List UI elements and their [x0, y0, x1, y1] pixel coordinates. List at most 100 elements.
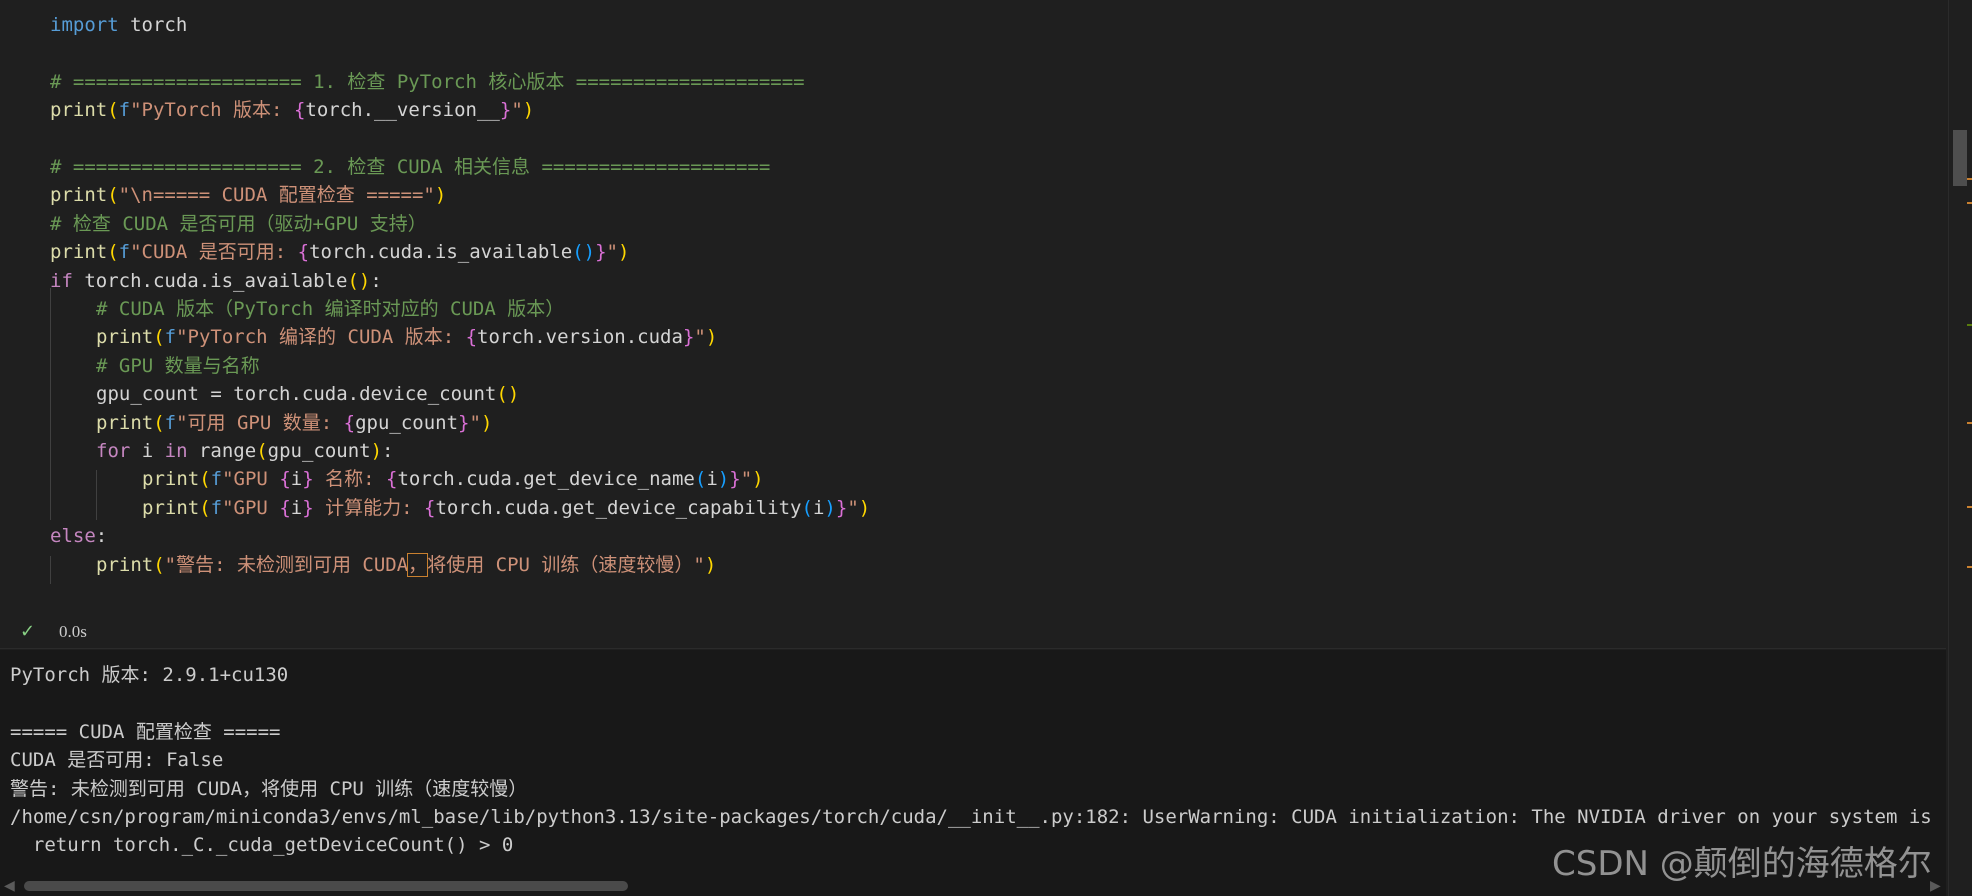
vertical-scroll-thumb[interactable]: [1953, 130, 1967, 186]
code-token: gpu_count: [267, 440, 371, 462]
code-token: }: [458, 411, 470, 434]
vertical-scrollbar[interactable]: [1948, 0, 1972, 896]
code-token: i: [290, 496, 303, 519]
code-line[interactable]: print(f"PyTorch 编译的 CUDA 版本: {torch.vers…: [96, 323, 717, 351]
code-line[interactable]: if torch.cuda.is_available():: [50, 267, 382, 295]
code-token: ): [717, 468, 730, 491]
code-token: (): [496, 383, 520, 406]
code-token: ": [847, 496, 859, 519]
code-token: (: [199, 468, 211, 491]
code-line[interactable]: # ==================== 2. 检查 CUDA 相关信息 =…: [50, 153, 770, 181]
code-token: :: [370, 269, 382, 292]
code-token: (: [107, 184, 119, 207]
code-token: ": [740, 468, 753, 491]
overview-ruler-marker: [1967, 506, 1972, 508]
code-token: f: [164, 326, 177, 349]
code-token: (): [347, 269, 371, 292]
code-line[interactable]: print(f"GPU {i} 名称: {torch.cuda.get_devi…: [142, 465, 764, 493]
code-line[interactable]: print(f"GPU {i} 计算能力: {torch.cuda.get_de…: [142, 494, 870, 522]
code-token: torch: [118, 14, 188, 36]
code-line[interactable]: print(f"可用 GPU 数量: {gpu_count}"): [96, 409, 492, 437]
code-line[interactable]: gpu_count = torch.cuda.device_count(): [96, 380, 519, 408]
code-token: # CUDA 版本（PyTorch 编译时对应的 CUDA 版本）: [96, 298, 565, 320]
code-token: }: [595, 241, 607, 264]
code-token: (: [153, 411, 165, 434]
code-token: {: [279, 496, 291, 519]
overview-ruler-marker: [1967, 324, 1972, 326]
overview-ruler-marker: [1967, 422, 1972, 424]
code-token: ): [522, 99, 535, 122]
code-token: print: [96, 553, 154, 576]
code-line[interactable]: print(f"PyTorch 版本: {torch.__version__}"…: [50, 96, 534, 124]
code-token: "警告: 未检测到可用 CUDA: [164, 553, 409, 576]
code-token: f: [164, 411, 177, 434]
code-token: ): [480, 411, 493, 434]
horizontal-scroll-thumb[interactable]: [24, 881, 628, 891]
code-token: i: [290, 468, 303, 491]
code-token: }: [302, 468, 314, 491]
indent-guide: [50, 556, 51, 584]
code-token: ): [704, 553, 717, 576]
code-token: ): [752, 468, 764, 491]
code-token: else: [50, 525, 96, 548]
code-token: {: [465, 326, 478, 349]
code-token: print: [50, 241, 108, 264]
execution-status: ✓ 0.0s: [0, 618, 400, 646]
code-token: torch.cuda.is_available: [72, 269, 348, 292]
code-line[interactable]: print("警告: 未检测到可用 CUDA，将使用 CPU 训练（速度较慢）"…: [96, 551, 716, 579]
overview-ruler-marker: [1967, 178, 1972, 180]
code-token: ": [606, 241, 618, 264]
code-token: 计算能力:: [313, 496, 424, 519]
code-token: torch.cuda.get_device_name: [397, 468, 695, 491]
code-token: gpu_count: [355, 411, 459, 434]
code-token: ": [694, 326, 706, 349]
code-editor[interactable]: import torch # ==================== 1. 检查…: [0, 11, 1946, 591]
code-token: import: [50, 14, 119, 36]
code-token: "CUDA 是否可用:: [130, 241, 298, 264]
code-token: f: [210, 468, 223, 491]
code-line[interactable]: print(f"CUDA 是否可用: {torch.cuda.is_availa…: [50, 238, 629, 266]
cell-divider: [0, 648, 1946, 649]
code-token: if: [50, 269, 73, 292]
scroll-left-icon[interactable]: ◀: [4, 878, 15, 894]
overview-ruler-marker: [1967, 202, 1972, 204]
code-token: torch.version.cuda: [477, 326, 683, 349]
code-token: torch.cuda.get_device_capability: [435, 496, 802, 519]
code-token: range: [187, 440, 257, 462]
code-token: (: [107, 99, 119, 122]
code-token: }: [499, 99, 512, 122]
code-token: i: [812, 496, 825, 519]
code-line[interactable]: print("\n===== CUDA 配置检查 ====="): [50, 181, 446, 209]
code-token: (: [694, 468, 707, 491]
code-token: }: [729, 468, 741, 491]
code-token: ): [370, 440, 383, 462]
output-line: ===== CUDA 配置检查 =====: [10, 720, 281, 743]
code-token: i: [130, 440, 165, 462]
code-token: (: [801, 496, 813, 519]
code-token: print: [142, 468, 200, 491]
indent-guide: [50, 288, 51, 520]
code-line[interactable]: # 检查 CUDA 是否可用（驱动+GPU 支持）: [50, 210, 427, 238]
code-token: f: [118, 241, 131, 264]
code-line[interactable]: # GPU 数量与名称: [96, 352, 260, 380]
code-token: ": [511, 99, 523, 122]
code-token: (: [153, 553, 165, 576]
code-token: # 检查 CUDA 是否可用（驱动+GPU 支持）: [50, 212, 427, 235]
code-token: }: [682, 326, 695, 349]
code-token: 将使用 CPU 训练（速度较慢）": [427, 553, 705, 576]
output-line: PyTorch 版本: 2.9.1+cu130: [10, 664, 289, 686]
code-line[interactable]: else:: [50, 522, 107, 550]
code-line[interactable]: import torch: [50, 11, 187, 39]
code-token: "GPU: [222, 496, 280, 519]
code-line[interactable]: # CUDA 版本（PyTorch 编译时对应的 CUDA 版本）: [96, 295, 564, 323]
code-token: {: [386, 468, 398, 491]
output-line: /home/csn/program/miniconda3/envs/ml_bas…: [10, 806, 1932, 828]
execution-duration: 0.0s: [59, 622, 87, 641]
code-token: "可用 GPU 数量:: [176, 411, 344, 434]
code-token: (: [107, 241, 119, 264]
code-token: "\n===== CUDA 配置检查 =====": [118, 184, 435, 207]
code-cell[interactable]: import torch # ==================== 1. 检查…: [0, 0, 1946, 648]
code-line[interactable]: for i in range(gpu_count):: [96, 437, 394, 465]
code-line[interactable]: # ==================== 1. 检查 PyTorch 核心版…: [50, 68, 805, 96]
code-token: # ==================== 1. 检查 PyTorch 核心版…: [50, 70, 805, 93]
